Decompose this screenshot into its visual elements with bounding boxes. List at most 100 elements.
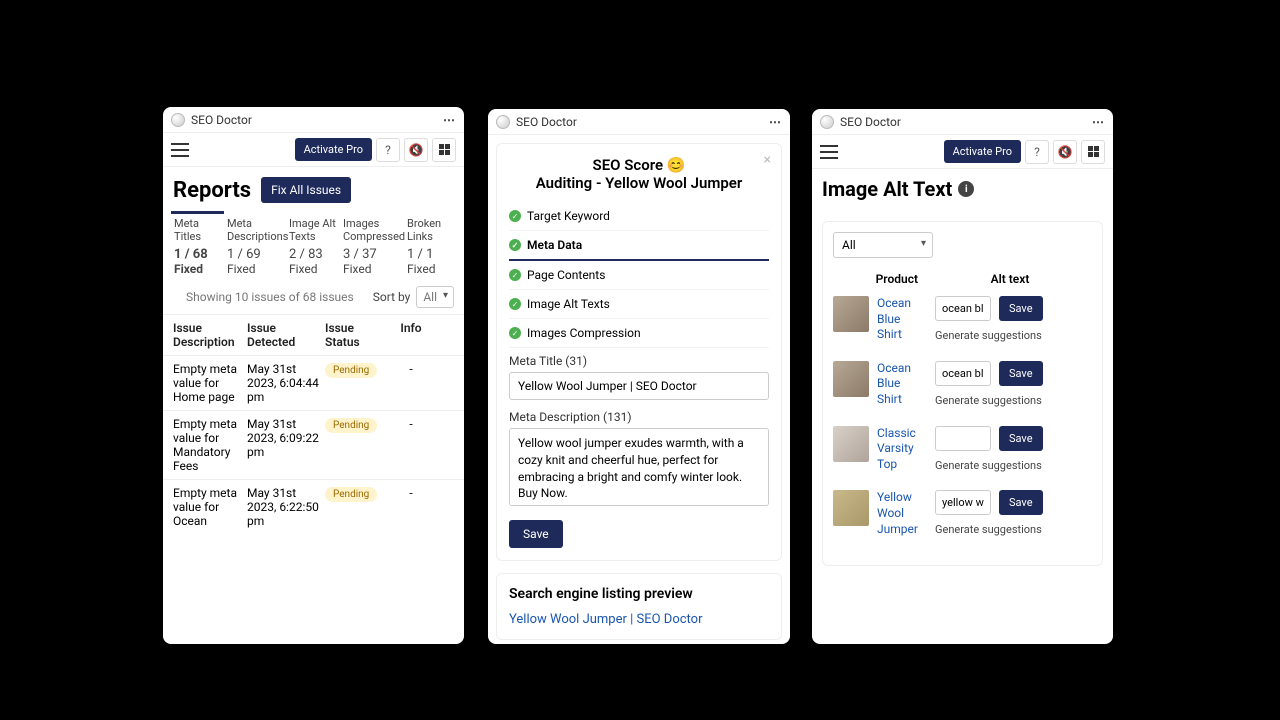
audit-card: × SEO Score 😊 Auditing - Yellow Wool Jum… xyxy=(496,143,782,561)
col-alt-text: Alt text xyxy=(928,272,1092,286)
sound-icon[interactable]: 🔇 xyxy=(404,138,428,162)
product-link[interactable]: Ocean Blue Shirt xyxy=(877,361,927,408)
alt-row: Yellow Wool Jumper Save Generate suggest… xyxy=(833,490,1092,537)
app-icon xyxy=(496,115,510,129)
showing-row: Showing 10 issues of 68 issues Sort by A… xyxy=(163,280,464,314)
meta-title-label: Meta Title (31) xyxy=(509,354,769,368)
help-icon[interactable]: ? xyxy=(1025,140,1049,164)
save-button[interactable]: Save xyxy=(509,520,563,548)
meta-title-input[interactable] xyxy=(509,372,769,400)
col-detected: Issue Detected xyxy=(243,321,321,349)
tab-broken-links[interactable]: Broken Links 1 / 1 Fixed xyxy=(404,211,454,280)
activate-pro-button[interactable]: Activate Pro xyxy=(295,138,372,161)
product-link[interactable]: Ocean Blue Shirt xyxy=(877,296,927,343)
app-icon xyxy=(171,113,185,127)
tabs: Meta Titles 1 / 68 Fixed Meta Descriptio… xyxy=(163,211,464,280)
page-title: Reports xyxy=(173,178,251,203)
generate-suggestions-link[interactable]: Generate suggestions xyxy=(935,459,1042,472)
audit-panel: SEO Doctor ⋯ × SEO Score 😊 Auditing - Ye… xyxy=(488,109,790,644)
tab-meta-titles[interactable]: Meta Titles 1 / 68 Fixed xyxy=(171,211,224,280)
alt-table-header: Product Alt text xyxy=(833,272,1092,286)
status-badge: Pending xyxy=(325,418,377,433)
save-button[interactable]: Save xyxy=(999,490,1043,515)
app-title: SEO Doctor xyxy=(516,115,763,129)
reports-header: Reports Fix All Issues xyxy=(163,167,464,211)
generate-suggestions-link[interactable]: Generate suggestions xyxy=(935,329,1042,342)
alt-card: All Product Alt text Ocean Blue Shirt Sa… xyxy=(822,221,1103,566)
preview-title: Search engine listing preview xyxy=(509,586,769,602)
col-info: Info xyxy=(391,321,431,349)
hamburger-icon[interactable] xyxy=(171,143,189,157)
titlebar: SEO Doctor ⋯ xyxy=(163,107,464,133)
meta-desc-input[interactable] xyxy=(509,428,769,506)
seo-score-title: SEO Score 😊 xyxy=(509,156,769,174)
status-badge: Pending xyxy=(325,363,377,378)
product-link[interactable]: Yellow Wool Jumper xyxy=(877,490,927,537)
alt-input[interactable] xyxy=(935,426,991,451)
check-icon: ✓ xyxy=(509,210,521,222)
save-button[interactable]: Save xyxy=(999,296,1043,321)
alt-input[interactable] xyxy=(935,296,991,321)
info-icon[interactable]: i xyxy=(958,181,974,197)
generate-suggestions-link[interactable]: Generate suggestions xyxy=(935,523,1042,536)
app-title: SEO Doctor xyxy=(191,113,437,127)
help-icon[interactable]: ? xyxy=(376,138,400,162)
table-row: Empty meta value for Ocean May 31st 2023… xyxy=(163,479,464,534)
more-icon[interactable]: ⋯ xyxy=(769,115,782,129)
col-description: Issue Description xyxy=(173,321,243,349)
col-status: Issue Status xyxy=(321,321,391,349)
tab-meta-descriptions[interactable]: Meta Descriptions 1 / 69 Fixed xyxy=(224,211,286,280)
status-badge: Pending xyxy=(325,487,377,502)
save-button[interactable]: Save xyxy=(999,361,1043,386)
product-thumbnail xyxy=(833,426,869,462)
check-icon: ✓ xyxy=(509,269,521,281)
audit-subtitle: Auditing - Yellow Wool Jumper xyxy=(509,174,769,192)
product-thumbnail xyxy=(833,490,869,526)
check-meta-data[interactable]: ✓Meta Data xyxy=(509,231,769,261)
alt-input[interactable] xyxy=(935,361,991,386)
tab-image-alt[interactable]: Image Alt Texts 2 / 83 Fixed xyxy=(286,211,340,280)
more-icon[interactable]: ⋯ xyxy=(443,113,456,127)
more-icon[interactable]: ⋯ xyxy=(1092,115,1105,129)
tab-images-compressed[interactable]: Images Compressed 3 / 37 Fixed xyxy=(340,211,404,280)
alt-text-panel: SEO Doctor ⋯ Activate Pro ? 🔇 Image Alt … xyxy=(812,109,1113,644)
table-row: Empty meta value for Home page May 31st … xyxy=(163,355,464,410)
toolbar: Activate Pro ? 🔇 xyxy=(812,135,1113,169)
page-title: Image Alt Text i xyxy=(822,177,1103,201)
table-row: Empty meta value for Mandatory Fees May … xyxy=(163,410,464,479)
titlebar: SEO Doctor ⋯ xyxy=(488,109,790,135)
product-thumbnail xyxy=(833,361,869,397)
alt-row: Ocean Blue Shirt Save Generate suggestio… xyxy=(833,296,1092,343)
meta-desc-label: Meta Description (131) xyxy=(509,410,769,424)
check-icon: ✓ xyxy=(509,298,521,310)
generate-suggestions-link[interactable]: Generate suggestions xyxy=(935,394,1042,407)
check-page-contents[interactable]: ✓Page Contents xyxy=(509,261,769,290)
preview-link[interactable]: Yellow Wool Jumper | SEO Doctor xyxy=(509,612,769,627)
check-target-keyword[interactable]: ✓Target Keyword xyxy=(509,202,769,231)
sound-icon[interactable]: 🔇 xyxy=(1053,140,1077,164)
col-product: Product xyxy=(833,272,928,286)
grid-icon[interactable] xyxy=(432,138,456,162)
reports-panel: SEO Doctor ⋯ Activate Pro ? 🔇 Reports Fi… xyxy=(163,107,464,644)
check-icon: ✓ xyxy=(509,239,521,251)
product-thumbnail xyxy=(833,296,869,332)
showing-text: Showing 10 issues of 68 issues xyxy=(173,290,367,304)
alt-row: Ocean Blue Shirt Save Generate suggestio… xyxy=(833,361,1092,408)
table-header: Issue Description Issue Detected Issue S… xyxy=(163,314,464,355)
filter-select[interactable]: All xyxy=(833,232,933,258)
sort-label: Sort by xyxy=(373,290,411,304)
alt-input[interactable] xyxy=(935,490,991,515)
close-icon[interactable]: × xyxy=(764,152,771,168)
hamburger-icon[interactable] xyxy=(820,145,838,159)
grid-icon[interactable] xyxy=(1081,140,1105,164)
activate-pro-button[interactable]: Activate Pro xyxy=(944,140,1021,163)
save-button[interactable]: Save xyxy=(999,426,1043,451)
product-link[interactable]: Classic Varsity Top xyxy=(877,426,927,473)
sort-select[interactable]: All xyxy=(416,286,454,308)
fix-all-button[interactable]: Fix All Issues xyxy=(261,177,351,203)
toolbar: Activate Pro ? 🔇 xyxy=(163,133,464,167)
check-images-compression[interactable]: ✓Images Compression xyxy=(509,319,769,348)
preview-card: Search engine listing preview Yellow Woo… xyxy=(496,573,782,640)
check-image-alt[interactable]: ✓Image Alt Texts xyxy=(509,290,769,319)
check-icon: ✓ xyxy=(509,327,521,339)
